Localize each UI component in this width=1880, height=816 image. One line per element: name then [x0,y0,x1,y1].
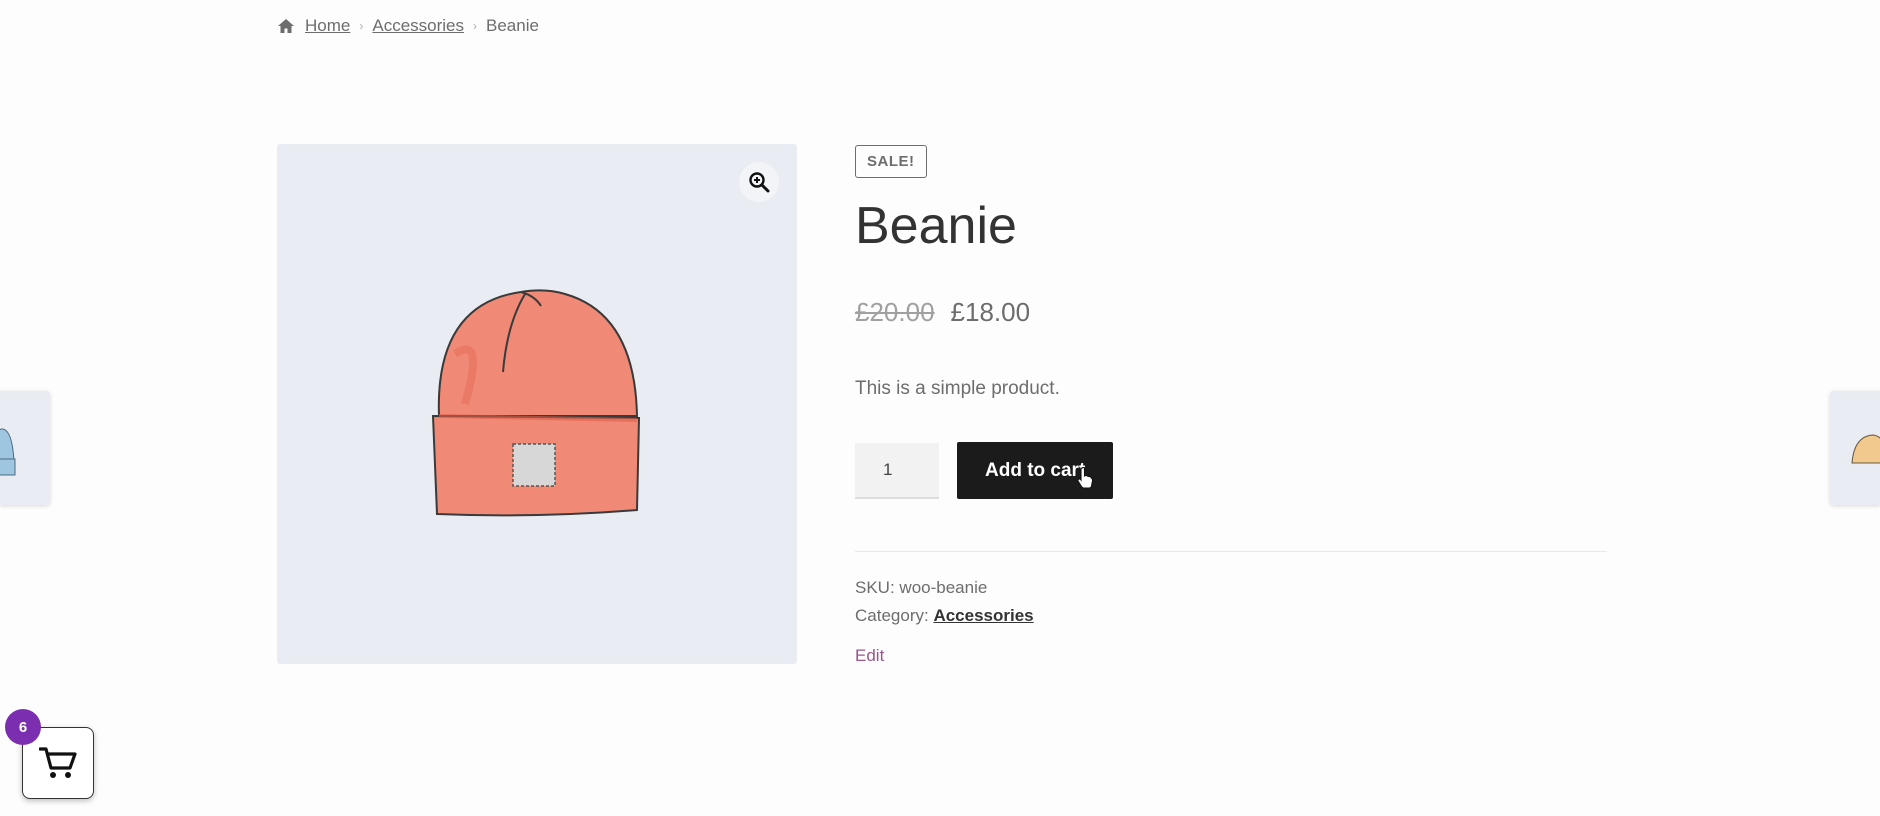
beanie-product-image [431,289,641,517]
regular-price: £20.00 [855,297,935,328]
product-image-gallery[interactable] [277,144,797,664]
quantity-input[interactable] [855,442,939,499]
hand-pointer-icon [1077,467,1094,489]
sku-label: SKU: [855,578,895,598]
sale-badge: SALE! [855,145,927,178]
blue-beanie-thumbnail-image [0,428,16,476]
breadcrumb-separator: › [359,19,364,33]
previous-product-thumbnail[interactable] [0,391,50,505]
breadcrumb-current: Beanie [486,16,539,35]
add-to-cart-form: Add to cart [855,442,1607,500]
sku-value: woo-beanie [899,578,988,598]
add-to-cart-button[interactable]: Add to cart [957,442,1114,500]
add-to-cart-label: Add to cart [985,459,1086,481]
next-product-thumbnail[interactable] [1830,391,1880,505]
product-title: Beanie [855,197,1017,255]
product-summary: SALE! Beanie £20.00 £18.00 This is a sim… [855,145,1607,666]
edit-link[interactable]: Edit [855,646,884,666]
cap-thumbnail-image [1851,434,1880,464]
sku-row: SKU: woo-beanie [855,574,1607,602]
product-meta: SKU: woo-beanie Category: Accessories [855,574,1607,630]
category-link[interactable]: Accessories [933,606,1033,625]
breadcrumb-category-link[interactable]: Accessories [372,16,464,36]
zoom-in-icon [749,172,770,193]
category-label: Category: [855,606,929,626]
divider [855,551,1607,553]
cart-count-badge: 6 [5,709,41,745]
sale-price: £18.00 [950,297,1031,328]
breadcrumb: Home › Accessories › Beanie [277,16,539,36]
product-price: £20.00 £18.00 [855,297,1607,328]
cart-icon [39,747,77,778]
product-short-description: This is a simple product. [855,378,1060,400]
home-icon [278,19,294,33]
breadcrumb-home-link[interactable]: Home [305,16,350,36]
zoom-button[interactable] [739,162,779,202]
category-row: Category: Accessories [855,602,1607,630]
breadcrumb-separator: › [473,19,477,33]
